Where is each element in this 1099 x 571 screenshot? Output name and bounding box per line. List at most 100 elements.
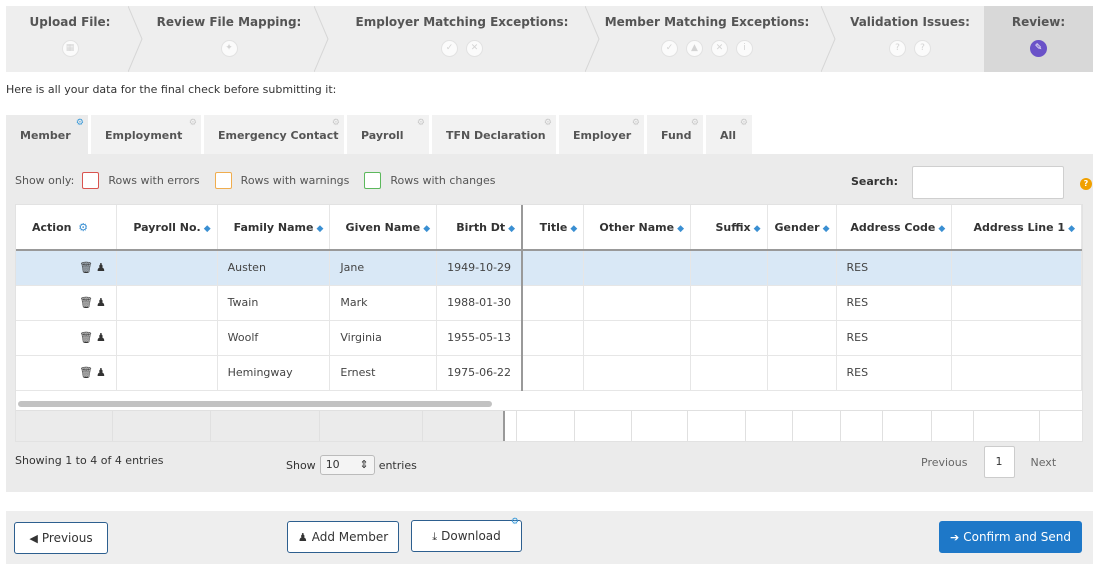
gear-icon[interactable]: ⚙	[632, 118, 640, 128]
cell-other-name[interactable]	[583, 320, 692, 356]
cell-payroll-no[interactable]	[116, 250, 218, 286]
next-page-link[interactable]: Next	[1031, 456, 1057, 469]
gear-icon[interactable]: ⚙	[78, 221, 88, 234]
tab-fund[interactable]: Fund ⚙	[647, 115, 703, 154]
table-row[interactable]: 🗑 ♟ Twain Mark 1988-01-30 RES	[16, 285, 1082, 321]
column-header-title[interactable]: Title ◆	[522, 205, 585, 251]
changes-filter-checkbox[interactable]	[364, 172, 382, 189]
cell-payroll-no[interactable]	[116, 355, 218, 391]
column-header-address-code[interactable]: Address Code ◆	[836, 205, 953, 251]
page-1-button[interactable]: 1	[983, 446, 1015, 478]
add-member-button[interactable]: ♟ Add Member	[287, 521, 399, 553]
trash-icon[interactable]: 🗑	[79, 366, 93, 379]
step-member-matching[interactable]: Member Matching Exceptions: ✓ ▲ ✕ i	[597, 6, 817, 72]
column-header-suffix[interactable]: Suffix ◆	[690, 205, 768, 251]
horizontal-scrollbar[interactable]	[18, 401, 492, 407]
tab-all[interactable]: All ⚙	[706, 115, 752, 154]
cell-address-code[interactable]: RES	[836, 355, 953, 391]
cell-other-name[interactable]	[583, 285, 692, 321]
cell-birth-dt[interactable]: 1949-10-29	[436, 250, 524, 286]
trash-icon[interactable]: 🗑	[79, 331, 93, 344]
cell-address-line-1[interactable]	[951, 250, 1082, 286]
cell-given-name[interactable]: Virginia	[329, 320, 438, 356]
tab-member[interactable]: Member ⚙	[6, 115, 88, 154]
cell-address-code[interactable]: RES	[836, 285, 953, 321]
cell-gender[interactable]	[767, 250, 837, 286]
cell-given-name[interactable]: Ernest	[329, 355, 438, 391]
cell-title[interactable]	[522, 250, 585, 286]
user-icon[interactable]: ♟	[96, 366, 106, 379]
cell-gender[interactable]	[767, 355, 837, 391]
cell-family-name[interactable]: Austen	[217, 250, 331, 286]
cell-gender[interactable]	[767, 285, 837, 321]
cell-family-name[interactable]: Woolf	[217, 320, 331, 356]
cell-suffix[interactable]	[690, 320, 768, 356]
tab-employment[interactable]: Employment ⚙	[91, 115, 201, 154]
cell-family-name[interactable]: Hemingway	[217, 355, 331, 391]
cell-suffix[interactable]	[690, 250, 768, 286]
cell-payroll-no[interactable]	[116, 285, 218, 321]
column-header-other-name[interactable]: Other Name ◆	[583, 205, 692, 251]
download-button[interactable]: ⤓ Download ⚙	[411, 517, 522, 552]
cell-suffix[interactable]	[690, 355, 768, 391]
user-icon[interactable]: ♟	[96, 261, 106, 274]
tab-payroll[interactable]: Payroll ⚙	[347, 115, 429, 154]
cell-family-name[interactable]: Twain	[217, 285, 331, 321]
cell-address-code[interactable]: RES	[836, 320, 953, 356]
previous-button[interactable]: ◀ Previous	[14, 522, 108, 554]
column-header-gender[interactable]: Gender ◆	[767, 205, 837, 251]
cell-address-code[interactable]: RES	[836, 250, 953, 286]
cell-birth-dt[interactable]: 1988-01-30	[436, 285, 524, 321]
confirm-and-send-button[interactable]: ➔ Confirm and Send	[939, 521, 1082, 553]
cell-other-name[interactable]	[583, 355, 692, 391]
warnings-filter-checkbox[interactable]	[214, 172, 232, 189]
gear-icon[interactable]: ⚙	[332, 118, 340, 128]
column-header-family-name[interactable]: Family Name ◆	[217, 205, 331, 251]
tab-tfn-declaration[interactable]: TFN Declaration ⚙	[432, 115, 556, 154]
gear-icon[interactable]: ⚙	[511, 517, 519, 527]
column-header-address-line-1[interactable]: Address Line 1 ◆	[951, 205, 1082, 251]
tab-employer[interactable]: Employer ⚙	[559, 115, 644, 154]
cell-address-line-1[interactable]	[951, 320, 1082, 356]
gear-icon[interactable]: ⚙	[189, 118, 197, 128]
gear-icon[interactable]: ⚙	[417, 118, 425, 128]
table-row[interactable]: 🗑 ♟ Woolf Virginia 1955-05-13 RES	[16, 320, 1082, 356]
column-header-given-name[interactable]: Given Name ◆	[329, 205, 438, 251]
cell-birth-dt[interactable]: 1955-05-13	[436, 320, 524, 356]
cell-given-name[interactable]: Mark	[329, 285, 438, 321]
step-validation-issues[interactable]: Validation Issues: ? ?	[835, 6, 985, 72]
gear-icon[interactable]: ⚙	[544, 118, 552, 128]
step-review-file-mapping[interactable]: Review File Mapping: ✦	[142, 6, 316, 72]
cell-address-line-1[interactable]	[951, 285, 1082, 321]
user-icon[interactable]: ♟	[96, 331, 106, 344]
cell-title[interactable]	[522, 285, 585, 321]
step-review[interactable]: Review: ✎	[984, 6, 1093, 72]
cell-given-name[interactable]: Jane	[329, 250, 438, 286]
table-row[interactable]: 🗑 ♟ Hemingway Ernest 1975-06-22 RES	[16, 355, 1082, 391]
cell-title[interactable]	[522, 355, 585, 391]
trash-icon[interactable]: 🗑	[79, 296, 93, 309]
cell-suffix[interactable]	[690, 285, 768, 321]
search-input[interactable]	[912, 166, 1064, 199]
tab-emergency-contact[interactable]: Emergency Contact ⚙	[204, 115, 344, 154]
cell-address-line-1[interactable]	[951, 355, 1082, 391]
gear-icon[interactable]: ⚙	[76, 118, 84, 128]
cell-payroll-no[interactable]	[116, 320, 218, 356]
help-icon[interactable]: ?	[1080, 178, 1092, 190]
cell-other-name[interactable]	[583, 250, 692, 286]
user-icon[interactable]: ♟	[96, 296, 106, 309]
gear-icon[interactable]: ⚙	[691, 118, 699, 128]
column-header-birth-dt[interactable]: Birth Dt ◆	[436, 205, 524, 251]
previous-page-link[interactable]: Previous	[921, 456, 968, 469]
trash-icon[interactable]: 🗑	[79, 261, 93, 274]
table-row[interactable]: 🗑 ♟ Austen Jane 1949-10-29 RES	[16, 250, 1082, 286]
column-header-payroll-no[interactable]: Payroll No. ◆	[116, 205, 218, 251]
step-employer-matching[interactable]: Employer Matching Exceptions: ✓ ✕	[328, 6, 596, 72]
page-length-select[interactable]: 10 ⇕	[319, 455, 375, 475]
cell-gender[interactable]	[767, 320, 837, 356]
gear-icon[interactable]: ⚙	[740, 118, 748, 128]
cell-birth-dt[interactable]: 1975-06-22	[436, 355, 524, 391]
errors-filter-checkbox[interactable]	[82, 172, 100, 189]
column-header-action[interactable]: Action ⚙	[16, 205, 117, 251]
step-upload-file[interactable]: Upload File: ▦	[6, 6, 134, 72]
